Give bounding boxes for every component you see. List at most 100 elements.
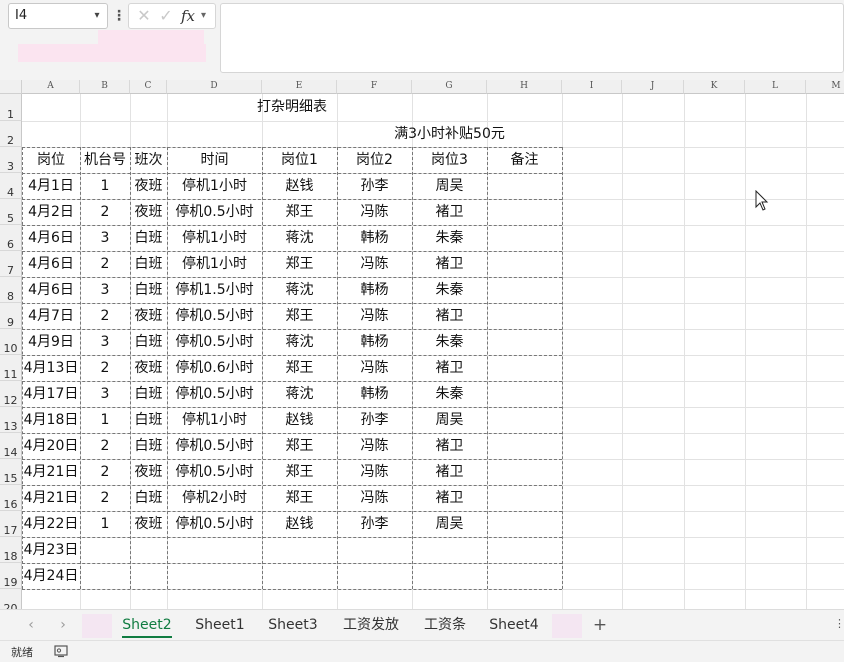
formula-input[interactable] (220, 3, 844, 73)
row-header-9[interactable]: 9 (0, 303, 22, 329)
column-header-h[interactable]: H (487, 80, 562, 94)
table-cell[interactable]: 2 (80, 251, 130, 277)
table-cell[interactable] (487, 303, 562, 329)
table-cell[interactable]: 白班 (130, 433, 167, 459)
row-header-5[interactable]: 5 (0, 199, 22, 225)
row-header-4[interactable]: 4 (0, 173, 22, 199)
table-cell[interactable]: 2 (80, 303, 130, 329)
table-cell[interactable]: 孙李 (337, 173, 412, 199)
table-cell[interactable]: 冯陈 (337, 199, 412, 225)
table-cell[interactable]: 白班 (130, 407, 167, 433)
table-cell[interactable]: 朱秦 (412, 277, 487, 303)
row-header-12[interactable]: 12 (0, 381, 22, 407)
table-cell[interactable] (80, 537, 130, 563)
spreadsheet-grid[interactable]: ABCDEFGHIJKLM 1 2 3 4 5 6 7 8 9 10 11 12 13 14 15 16 17 1… (0, 80, 844, 609)
table-cell[interactable] (487, 485, 562, 511)
table-cell[interactable]: 褚卫 (412, 459, 487, 485)
table-cell[interactable] (167, 563, 262, 589)
table-cell[interactable] (337, 563, 412, 589)
table-cell[interactable]: 郑王 (262, 303, 337, 329)
column-header-f[interactable]: F (337, 80, 412, 94)
header-cell[interactable]: 岗位3 (412, 147, 487, 173)
table-cell[interactable]: 蒋沈 (262, 329, 337, 355)
sheet-tab-4[interactable]: 工资发放 (334, 614, 408, 638)
table-cell[interactable]: 4月13日 (22, 355, 80, 381)
table-cell[interactable]: 冯陈 (337, 355, 412, 381)
row-header-15[interactable]: 15 (0, 459, 22, 485)
table-cell[interactable]: 3 (80, 329, 130, 355)
table-cell[interactable]: 3 (80, 277, 130, 303)
header-cell[interactable]: 机台号 (80, 147, 130, 173)
chevron-down-icon[interactable]: ▾ (91, 4, 103, 28)
table-cell[interactable]: 4月21日 (22, 485, 80, 511)
row-header-17[interactable]: 17 (0, 511, 22, 537)
table-cell[interactable]: 2 (80, 355, 130, 381)
table-cell[interactable] (412, 537, 487, 563)
table-cell[interactable]: 4月7日 (22, 303, 80, 329)
table-cell[interactable]: 停机0.5小时 (167, 329, 262, 355)
table-cell[interactable]: 1 (80, 173, 130, 199)
table-cell[interactable]: 白班 (130, 485, 167, 511)
table-cell[interactable]: 周吴 (412, 511, 487, 537)
table-cell[interactable]: 郑王 (262, 485, 337, 511)
table-cell[interactable]: 冯陈 (337, 303, 412, 329)
table-cell[interactable]: 停机0.5小时 (167, 303, 262, 329)
table-cell[interactable]: 2 (80, 433, 130, 459)
table-cell[interactable]: 停机0.5小时 (167, 511, 262, 537)
table-cell[interactable] (130, 537, 167, 563)
table-cell[interactable]: 夜班 (130, 511, 167, 537)
row-header-7[interactable]: 7 (0, 251, 22, 277)
table-cell[interactable]: 郑王 (262, 433, 337, 459)
table-cell[interactable]: 停机0.5小时 (167, 199, 262, 225)
table-cell[interactable]: 周吴 (412, 407, 487, 433)
table-cell[interactable]: 停机2小时 (167, 485, 262, 511)
table-cell[interactable]: 韩杨 (337, 329, 412, 355)
column-header-a[interactable]: A (22, 80, 80, 94)
table-cell[interactable]: 夜班 (130, 459, 167, 485)
table-cell[interactable]: 冯陈 (337, 459, 412, 485)
column-header-j[interactable]: J (622, 80, 684, 94)
chevron-down-icon[interactable]: ▾ (201, 4, 206, 28)
table-cell[interactable] (487, 277, 562, 303)
table-cell[interactable] (262, 537, 337, 563)
sheet-tab-6[interactable]: Sheet4 (482, 614, 546, 638)
table-cell[interactable] (487, 407, 562, 433)
table-cell[interactable]: 夜班 (130, 199, 167, 225)
table-cell[interactable]: 停机1.5小时 (167, 277, 262, 303)
row-header-2[interactable]: 2 (0, 121, 22, 147)
table-cell[interactable]: 褚卫 (412, 303, 487, 329)
table-cell[interactable]: 白班 (130, 225, 167, 251)
row-header-10[interactable]: 10 (0, 329, 22, 355)
table-cell[interactable]: 冯陈 (337, 485, 412, 511)
check-icon[interactable]: ✓ (157, 7, 175, 25)
table-cell[interactable]: 停机1小时 (167, 407, 262, 433)
row-header-20[interactable]: 20 (0, 589, 22, 609)
row-header-18[interactable]: 18 (0, 537, 22, 563)
header-cell[interactable]: 岗位 (22, 147, 80, 173)
table-cell[interactable]: 夜班 (130, 355, 167, 381)
table-cell[interactable]: 韩杨 (337, 381, 412, 407)
row-header-14[interactable]: 14 (0, 433, 22, 459)
table-cell[interactable]: 4月6日 (22, 225, 80, 251)
table-cell[interactable]: 4月6日 (22, 277, 80, 303)
plus-icon[interactable]: + (590, 615, 610, 635)
close-icon[interactable]: ✕ (135, 7, 153, 25)
table-cell[interactable]: 蒋沈 (262, 381, 337, 407)
table-cell[interactable]: 赵钱 (262, 173, 337, 199)
table-cell[interactable]: 夜班 (130, 303, 167, 329)
column-header-m[interactable]: M (806, 80, 844, 94)
table-cell[interactable] (130, 563, 167, 589)
table-cell[interactable] (487, 225, 562, 251)
header-cell[interactable]: 岗位1 (262, 147, 337, 173)
table-cell[interactable]: 褚卫 (412, 355, 487, 381)
sheet-subtitle-cell[interactable]: 满3小时补贴50元 (337, 121, 562, 147)
table-cell[interactable]: 冯陈 (337, 251, 412, 277)
row-header-8[interactable]: 8 (0, 277, 22, 303)
sheet-tab-2[interactable]: Sheet1 (188, 614, 252, 638)
table-cell[interactable]: 4月22日 (22, 511, 80, 537)
table-cell[interactable] (337, 537, 412, 563)
table-cell[interactable]: 1 (80, 407, 130, 433)
name-box[interactable]: I4 ▾ (8, 3, 108, 29)
column-header-c[interactable]: C (130, 80, 167, 94)
accessibility-icon[interactable] (54, 645, 68, 658)
